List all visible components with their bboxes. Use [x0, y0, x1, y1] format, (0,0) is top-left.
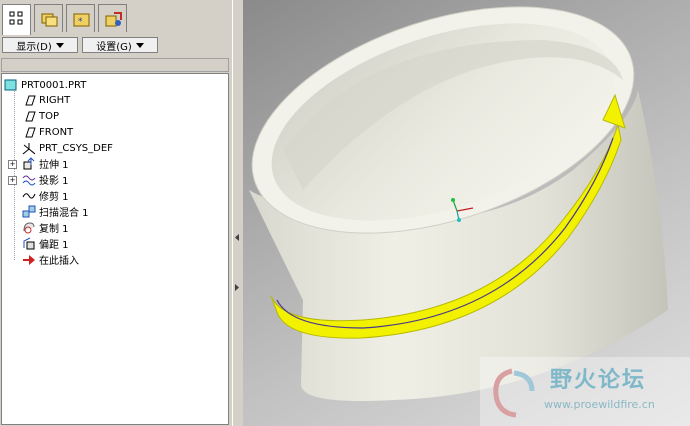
tree-item-csys[interactable]: PRT_CSYS_DEF — [22, 141, 113, 156]
tree-item-front[interactable]: FRONT — [22, 125, 73, 140]
tree-item-projection[interactable]: 投影 1 — [22, 172, 69, 187]
tree-item-insert-here[interactable]: 在此插入 — [22, 252, 79, 267]
collapse-left-icon[interactable] — [235, 234, 240, 241]
svg-text:*: * — [78, 17, 83, 27]
tree-item-label: PRT_CSYS_DEF — [39, 143, 113, 154]
tree-toolbar: 显示(D) 设置(G) — [0, 35, 232, 55]
folder-browser-icon — [41, 13, 58, 27]
tree-item-swept-blend[interactable]: 扫描混合 1 — [22, 204, 89, 219]
model-tree-panel: * 显示(D) 设置(G) PRT0001.PRT RIGHT TOP FRON… — [0, 0, 232, 426]
panel-splitter[interactable] — [232, 0, 243, 426]
tree-root[interactable]: PRT0001.PRT — [4, 78, 86, 93]
watermark-title: 野火论坛 — [550, 368, 647, 393]
expand-toggle[interactable]: + — [8, 176, 17, 185]
tree-item-label: 在此插入 — [39, 256, 79, 267]
watermark-logo-icon — [493, 368, 535, 418]
tree-item-copy[interactable]: 复制 1 — [22, 220, 69, 235]
tree-item-offset[interactable]: 偏距 1 — [22, 236, 69, 251]
chevron-down-icon — [55, 42, 64, 48]
navigator-tabs: * — [0, 4, 232, 35]
extrude-icon — [22, 157, 36, 170]
tree-item-trim[interactable]: 修剪 1 — [22, 188, 69, 203]
swept-blend-icon — [22, 205, 36, 218]
tree-item-top[interactable]: TOP — [22, 109, 59, 124]
display-dropdown[interactable]: 显示(D) — [2, 37, 78, 53]
tab-model-tree[interactable] — [2, 4, 31, 35]
offset-icon — [22, 237, 36, 250]
tree-item-label: 复制 1 — [39, 224, 69, 235]
trim-icon — [22, 189, 36, 202]
expand-right-icon[interactable] — [235, 284, 240, 291]
tree-connector — [14, 88, 15, 260]
tab-folder-browser[interactable] — [34, 4, 63, 32]
watermark-url: www.proewildfire.cn — [544, 398, 655, 411]
tree-item-label: FRONT — [39, 127, 74, 138]
tree-item-label: 偏距 1 — [39, 240, 69, 251]
tab-connections[interactable] — [98, 4, 127, 32]
datum-plane-icon — [22, 110, 36, 123]
tab-favorites[interactable]: * — [66, 4, 95, 32]
tree-item-label: RIGHT — [39, 95, 71, 106]
tree-item-right[interactable]: RIGHT — [22, 93, 70, 108]
model-tree: PRT0001.PRT RIGHT TOP FRONT PRT_CSYS_DEF — [1, 73, 229, 425]
display-dropdown-label: 显示(D) — [16, 41, 52, 53]
tree-item-label: 拉伸 1 — [39, 160, 69, 171]
tree-item-extrude[interactable]: 拉伸 1 — [22, 156, 69, 171]
settings-dropdown-label: 设置(G) — [96, 41, 132, 53]
insert-here-arrow-icon — [22, 253, 36, 266]
model-tree-icon — [9, 11, 23, 25]
tree-item-label: 扫描混合 1 — [39, 208, 89, 219]
expand-toggle[interactable]: + — [8, 160, 17, 169]
projection-icon — [22, 173, 36, 186]
datum-plane-icon — [22, 94, 36, 107]
part-icon — [4, 79, 18, 92]
copy-icon — [22, 221, 36, 234]
connections-icon — [105, 12, 122, 27]
tree-item-label: 修剪 1 — [39, 192, 69, 203]
settings-dropdown[interactable]: 设置(G) — [82, 37, 158, 53]
tree-item-label: TOP — [39, 111, 60, 122]
datum-plane-icon — [22, 126, 36, 139]
tree-root-label: PRT0001.PRT — [21, 80, 87, 91]
chevron-down-icon — [135, 42, 144, 48]
tree-item-label: 投影 1 — [39, 176, 69, 187]
tree-column-header — [1, 58, 229, 72]
coordinate-system-icon — [22, 142, 36, 155]
favorites-icon: * — [73, 13, 90, 27]
